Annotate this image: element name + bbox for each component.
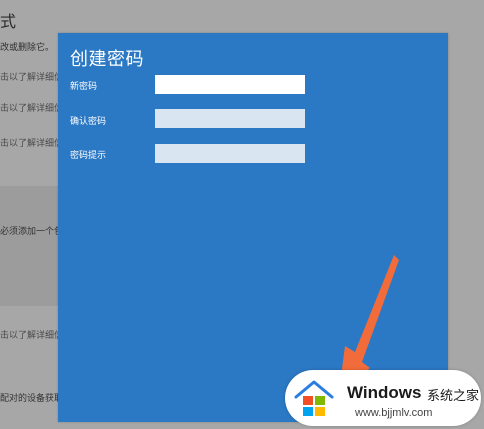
watermark-badge: Windows 系统之家 www.bjjmlv.com: [285, 370, 481, 426]
background-text: 改或删除它。: [0, 43, 55, 53]
confirm-password-label: 确认密码: [70, 117, 107, 127]
watermark-brand: Windows: [347, 383, 422, 402]
watermark-url: www.bjjmlv.com: [355, 407, 433, 419]
confirm-password-input[interactable]: [155, 109, 305, 128]
background-text: 配对的设备获取: [0, 394, 64, 404]
new-password-label: 新密码: [70, 82, 98, 92]
create-password-dialog: 创建密码 新密码 确认密码 密码提示: [58, 33, 448, 422]
dialog-title: 创建密码: [70, 49, 144, 70]
windows-logo-icon: [294, 380, 334, 416]
learn-more-link: 击以了解详细信: [0, 104, 64, 114]
learn-more-link: 击以了解详细信: [0, 139, 64, 149]
watermark-brand-cn: 系统之家: [427, 389, 480, 404]
password-hint-input[interactable]: [155, 144, 305, 163]
background-text: 必须添加一个包: [0, 227, 64, 237]
screen: 式 改或删除它。 击以了解详细信 击以了解详细信 击以了解详细信 必须添加一个包…: [0, 0, 484, 429]
password-hint-label: 密码提示: [70, 151, 107, 161]
learn-more-link: 击以了解详细信: [0, 331, 64, 341]
new-password-input[interactable]: [155, 75, 305, 94]
learn-more-link: 击以了解详细信: [0, 73, 64, 83]
page-title: 式: [0, 12, 17, 31]
